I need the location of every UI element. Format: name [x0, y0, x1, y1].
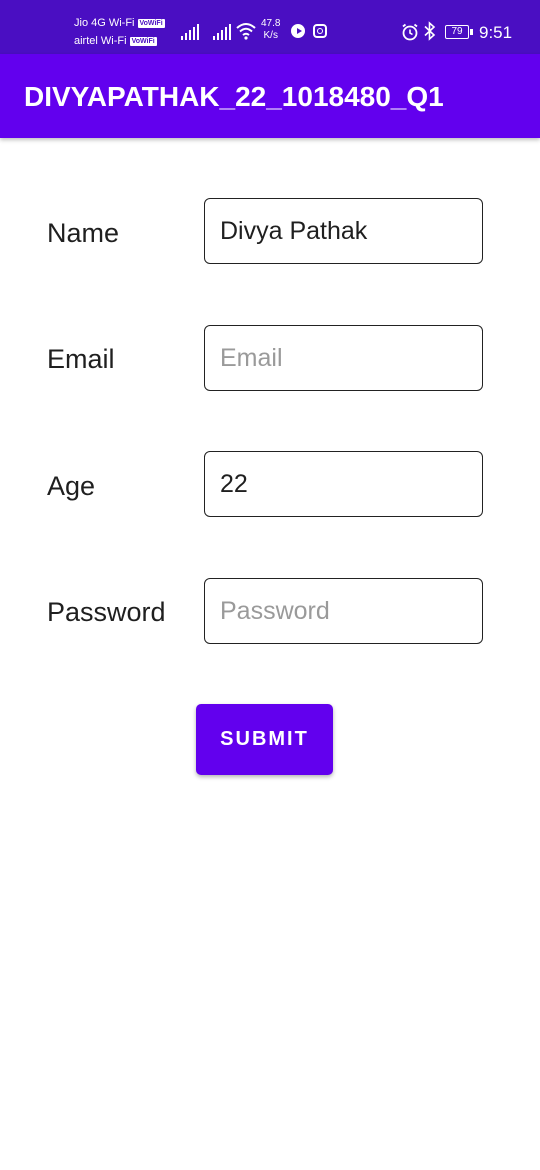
name-label: Name: [47, 218, 120, 248]
battery-icon: 79: [445, 25, 469, 39]
network-speed: 47.8 K/s: [261, 18, 280, 42]
speed-unit: K/s: [263, 30, 278, 41]
battery-tip: [470, 29, 473, 35]
app-title: DIVYAPATHAK_22_1018480_Q1: [24, 81, 444, 112]
name-field[interactable]: [204, 198, 483, 264]
carrier-info: Jio 4G Wi-Fi VoWiFi airtel Wi-Fi VoWiFi: [74, 14, 165, 50]
carrier-2: airtel Wi-Fi: [74, 35, 127, 47]
wifi-icon: [236, 23, 256, 40]
signal-icon: [213, 24, 231, 40]
status-bar: Jio 4G Wi-Fi VoWiFi airtel Wi-Fi VoWiFi …: [0, 0, 540, 54]
vowifi-badge: VoWiFi: [137, 18, 165, 28]
password-label: Password: [47, 597, 166, 627]
bluetooth-icon: [424, 21, 436, 41]
speed-value: 47.8: [261, 18, 281, 29]
alarm-icon: [402, 23, 418, 41]
age-field[interactable]: [204, 451, 483, 517]
submit-button[interactable]: SUBMIT: [196, 704, 333, 775]
signal-icon: [181, 24, 199, 40]
password-field[interactable]: [204, 578, 483, 644]
play-icon: [291, 24, 305, 38]
age-label: Age: [47, 471, 96, 501]
clock: 9:51: [479, 23, 513, 42]
carrier-1: Jio 4G Wi-Fi: [74, 17, 135, 29]
email-label: Email: [47, 344, 115, 374]
vowifi-badge: VoWiFi: [129, 36, 157, 46]
instagram-icon: [313, 24, 327, 38]
app-bar: DIVYAPATHAK_22_1018480_Q1: [0, 54, 540, 138]
email-field[interactable]: [204, 325, 483, 391]
